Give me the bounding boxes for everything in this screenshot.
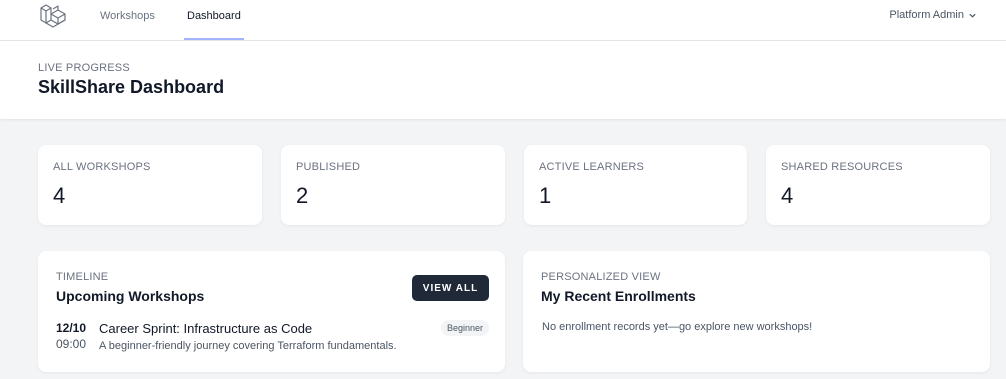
stat-card-published: PUBLISHED 2 [281,145,505,225]
panel-title: My Recent Enrollments [541,288,696,304]
stat-value: 1 [539,183,552,208]
stat-label: ALL WORKSHOPS [53,161,151,173]
page-eyebrow: LIVE PROGRESS [38,62,130,74]
empty-state-message: No enrollment records yet—go explore new… [542,321,813,333]
stat-label: PUBLISHED [296,161,361,173]
view-all-button[interactable]: VIEW ALL [412,275,489,301]
user-menu[interactable]: Platform Admin [889,9,977,21]
panel-title: Upcoming Workshops [56,288,205,304]
user-menu-label: Platform Admin [889,9,964,21]
stat-label: ACTIVE LEARNERS [539,161,645,173]
top-navigation: Workshops Dashboard Platform Admin [0,0,1006,41]
stat-value: 4 [53,183,66,208]
panel-eyebrow: PERSONALIZED VIEW [541,271,661,283]
panel-eyebrow: TIMELINE [56,271,109,283]
stat-card-active-learners: ACTIVE LEARNERS 1 [524,145,747,225]
workshop-time: 09:00 [56,337,87,351]
stat-card-all-workshops: ALL WORKSHOPS 4 [38,145,262,225]
recent-enrollments-panel: PERSONALIZED VIEW My Recent Enrollments … [523,251,990,372]
upcoming-workshops-panel: TIMELINE Upcoming Workshops VIEW ALL 12/… [38,251,505,372]
stat-value: 4 [781,183,794,208]
level-badge: Beginner [440,320,489,336]
nav-link-workshops[interactable]: Workshops [100,10,155,22]
stat-card-shared-resources: SHARED RESOURCES 4 [766,145,990,225]
stat-value: 2 [296,183,309,208]
active-tab-indicator [184,38,244,40]
laravel-logo-icon[interactable] [39,3,67,29]
page-header: LIVE PROGRESS SkillShare Dashboard [0,41,1006,119]
stat-label: SHARED RESOURCES [781,161,903,173]
workshop-description: A beginner-friendly journey covering Ter… [99,340,397,352]
nav-link-dashboard[interactable]: Dashboard [187,10,241,22]
workshop-date: 12/10 [56,321,87,335]
page-title: SkillShare Dashboard [38,77,225,97]
chevron-down-icon [969,13,976,18]
workshop-title[interactable]: Career Sprint: Infrastructure as Code [99,321,312,336]
